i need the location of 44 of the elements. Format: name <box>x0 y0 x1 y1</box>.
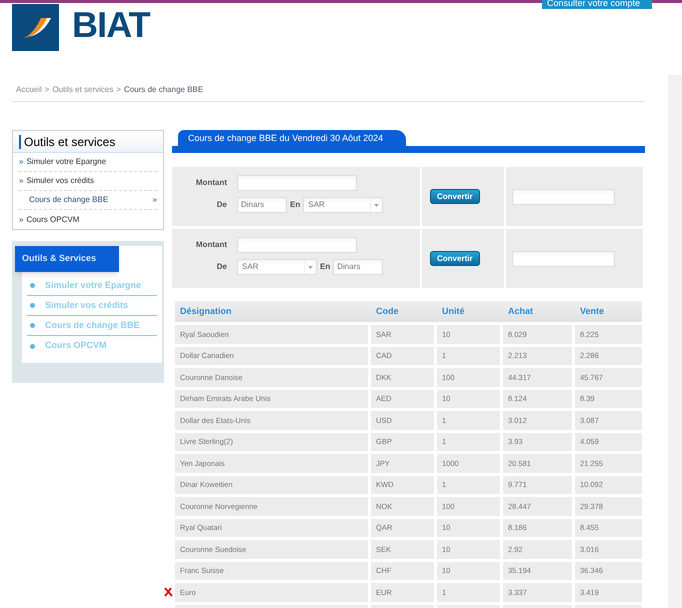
column-header: Code <box>375 304 400 318</box>
sidebar-link[interactable]: » Simuler vos crédits <box>19 172 157 191</box>
sidebar-title: Outils et services <box>24 134 116 150</box>
breadcrumb-link[interactable]: Accueil <box>16 84 42 96</box>
convert-button[interactable]: Convertir <box>430 251 480 266</box>
result-field[interactable] <box>512 188 615 204</box>
sidebar-link[interactable]: Cours de change BBE » <box>19 191 157 210</box>
field-label: De <box>216 261 227 273</box>
amount-field[interactable] <box>237 175 357 191</box>
bullet-icon <box>30 323 35 328</box>
field-label: Montant <box>194 239 227 251</box>
column-header: Achat <box>507 304 534 318</box>
breadcrumb-link[interactable]: Cours de change BBE <box>124 84 204 96</box>
field-label: Montant <box>194 177 227 189</box>
currency-select[interactable]: SAR <box>303 197 384 213</box>
column-header: Vente <box>579 304 606 318</box>
chevron-icon: » <box>152 194 157 206</box>
sidebar-link[interactable]: » Cours OPCVM <box>19 210 157 229</box>
caret-icon <box>374 204 380 206</box>
breadcrumb-separator: > <box>116 84 122 96</box>
field-label: En <box>290 199 300 211</box>
breadcrumb-separator: > <box>44 84 50 96</box>
breadcrumb-link[interactable]: Outils et services <box>52 84 114 96</box>
chevron-icon: » <box>19 156 24 168</box>
bullet-icon <box>30 303 35 308</box>
sidebar-link[interactable]: » Simuler votre Epargne <box>19 153 157 172</box>
logo-text: BIAT <box>72 7 150 43</box>
bullet-icon <box>30 283 35 288</box>
chevron-icon: » <box>19 175 24 187</box>
currency-field[interactable]: Dinars <box>237 197 287 213</box>
currency-field[interactable]: Dinars <box>333 259 384 275</box>
column-header: Unité <box>441 304 466 318</box>
column-header: Désignation <box>179 304 233 318</box>
services-title: Outils & Services <box>15 246 119 272</box>
field-label: De <box>216 199 227 211</box>
result-field[interactable] <box>512 250 615 266</box>
caret-icon <box>308 266 313 268</box>
bullet-icon <box>30 344 35 348</box>
amount-field[interactable] <box>237 237 357 253</box>
convert-button[interactable]: Convertir <box>430 189 480 204</box>
logo-icon[interactable] <box>12 4 59 51</box>
field-label: En <box>320 261 330 273</box>
currency-select[interactable]: SAR <box>237 259 317 275</box>
chevron-icon: » <box>19 214 24 226</box>
